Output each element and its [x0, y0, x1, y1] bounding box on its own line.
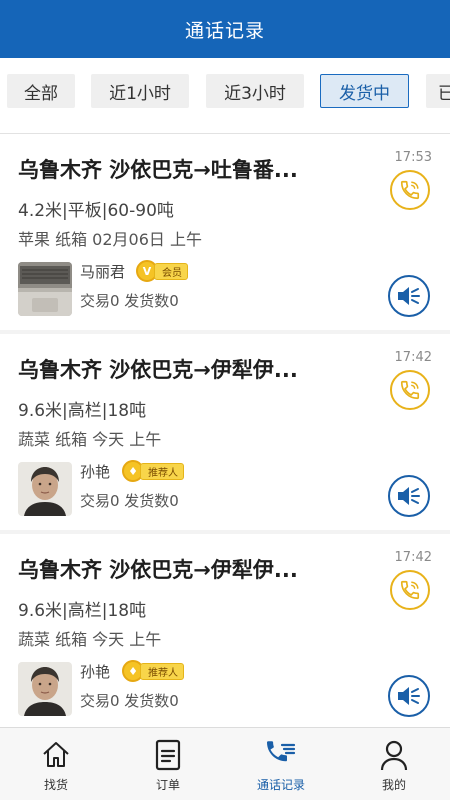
call-button[interactable] — [390, 570, 430, 610]
speaker-icon — [398, 487, 420, 505]
call-time: 17:53 — [394, 150, 432, 165]
filter-bar: 全部 近1小时 近3小时 发货中 已 — [0, 58, 450, 134]
call-time: 17:42 — [394, 350, 432, 365]
vehicle-specs: 4.2米|平板|60-90吨 — [18, 201, 174, 221]
page-title: 通话记录 — [184, 19, 265, 42]
voice-broadcast-button[interactable] — [388, 475, 430, 517]
phone-icon — [400, 180, 420, 200]
recommender-badge: ♦ 推荐人 — [122, 660, 184, 682]
tab-profile[interactable]: 我的 — [338, 728, 450, 801]
voice-broadcast-button[interactable] — [388, 675, 430, 717]
route-title: 乌鲁木齐 沙依巴克→伊犁伊... — [18, 558, 298, 582]
user-name: 孙艳 — [80, 663, 111, 681]
record-card[interactable]: 乌鲁木齐 沙依巴克→吐鲁番... 17:53 4.2米|平板|60-90吨 苹果… — [0, 134, 450, 330]
voice-broadcast-button[interactable] — [388, 275, 430, 317]
phone-icon — [400, 580, 420, 600]
tab-find-goods[interactable]: 找货 — [0, 728, 112, 801]
user-name: 马丽君 — [80, 263, 126, 281]
trade-stats: 交易0 发货数0 — [80, 692, 179, 710]
recommender-badge: ♦ 推荐人 — [122, 460, 184, 482]
tab-call-log[interactable]: 通话记录 — [225, 728, 337, 801]
record-card[interactable]: 乌鲁木齐 沙依巴克→伊犁伊... 17:42 9.6米|高栏|18吨 蔬菜 纸箱… — [0, 334, 450, 530]
call-button[interactable] — [390, 370, 430, 410]
tab-orders[interactable]: 订单 — [112, 728, 224, 801]
speaker-icon — [398, 687, 420, 705]
trade-stats: 交易0 发货数0 — [80, 292, 179, 310]
route-title: 乌鲁木齐 沙依巴克→吐鲁番... — [18, 158, 298, 182]
filter-last-3-hours[interactable]: 近3小时 — [206, 74, 304, 108]
trade-stats: 交易0 发货数0 — [80, 492, 179, 510]
vehicle-specs: 9.6米|高栏|18吨 — [18, 401, 147, 421]
home-icon — [43, 742, 69, 767]
user-name: 孙艳 — [80, 463, 111, 481]
avatar — [18, 462, 72, 516]
call-button[interactable] — [390, 170, 430, 210]
filter-next-partial[interactable]: 已 — [426, 74, 450, 108]
avatar — [18, 262, 72, 316]
route-title: 乌鲁木齐 沙依巴克→伊犁伊... — [18, 358, 298, 382]
vehicle-specs: 9.6米|高栏|18吨 — [18, 601, 147, 621]
cargo-info: 蔬菜 纸箱 今天 上午 — [18, 630, 162, 649]
phone-icon — [400, 380, 420, 400]
filter-last-1-hour[interactable]: 近1小时 — [91, 74, 189, 108]
cargo-info: 蔬菜 纸箱 今天 上午 — [18, 430, 162, 449]
document-icon — [155, 739, 181, 771]
speaker-icon — [398, 287, 420, 305]
bottom-tab-bar: 找货 订单 通话记录 我的 — [0, 727, 450, 800]
call-record-list: 乌鲁木齐 沙依巴克→吐鲁番... 17:53 4.2米|平板|60-90吨 苹果… — [0, 134, 450, 727]
member-badge: V 会员 — [136, 260, 188, 282]
top-bar: 通话记录 — [0, 0, 450, 58]
filter-all[interactable]: 全部 — [7, 74, 75, 108]
record-card[interactable]: 乌鲁木齐 沙依巴克→伊犁伊... 17:42 9.6米|高栏|18吨 蔬菜 纸箱… — [0, 534, 450, 727]
avatar — [18, 662, 72, 716]
cargo-info: 苹果 纸箱 02月06日 上午 — [18, 230, 202, 249]
person-icon — [380, 740, 408, 771]
filter-shipping[interactable]: 发货中 — [320, 74, 409, 108]
call-log-icon — [267, 741, 296, 762]
call-time: 17:42 — [394, 550, 432, 565]
